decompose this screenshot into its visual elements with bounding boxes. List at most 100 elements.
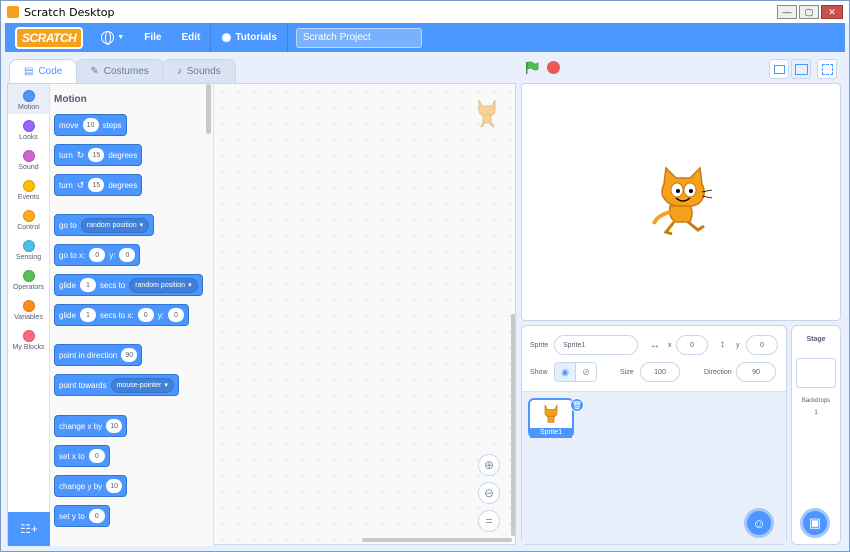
- menu-bar: SCRATCH ▼ File Edit ✺ Tutorials Scratch …: [5, 23, 845, 52]
- block-text: move: [59, 120, 79, 130]
- x-input[interactable]: 0: [89, 248, 106, 262]
- add-sprite-button[interactable]: ☺: [744, 508, 774, 538]
- dropdown-value: random position: [86, 221, 137, 229]
- language-menu[interactable]: ▼: [91, 23, 134, 52]
- tutorials-menu[interactable]: ✺ Tutorials: [211, 23, 287, 52]
- block-set-x[interactable]: set x to 0: [54, 445, 110, 467]
- block-glide-to[interactable]: glide 1 secs to random position ▾: [54, 274, 203, 296]
- block-turn-right[interactable]: turn ↻ 15 degrees: [54, 144, 143, 166]
- y-input[interactable]: 10: [106, 479, 123, 493]
- caret-down-icon: ▾: [139, 222, 144, 229]
- category-operators[interactable]: Operators: [8, 264, 49, 294]
- palette-scrollbar[interactable]: [206, 84, 211, 134]
- close-button[interactable]: ✕: [821, 5, 843, 19]
- edit-menu[interactable]: Edit: [171, 23, 210, 52]
- category-my-blocks[interactable]: My Blocks: [8, 324, 49, 354]
- category-label: Operators: [12, 283, 45, 291]
- y-input[interactable]: 0: [119, 248, 136, 262]
- fullscreen-button[interactable]: [817, 59, 837, 79]
- size-input[interactable]: 100: [640, 362, 680, 382]
- zoom-in-button[interactable]: ⊕: [478, 454, 500, 476]
- category-label: Events: [17, 193, 40, 201]
- block-text: degrees: [108, 180, 138, 190]
- block-text: secs to x:: [99, 310, 134, 320]
- script-area[interactable]: ⊕ ⊖ =: [214, 84, 515, 544]
- x-input[interactable]: 0: [88, 449, 105, 463]
- steps-input[interactable]: 10: [82, 118, 99, 132]
- zoom-reset-button[interactable]: =: [478, 510, 500, 532]
- sprite-info: Sprite Sprite1 ↔ x 0 ↕ y 0 Show ◉ ⊘ Size…: [522, 326, 786, 392]
- stop-icon[interactable]: [547, 61, 560, 74]
- tab-sounds[interactable]: ♪ Sounds: [161, 59, 236, 83]
- small-stage-button[interactable]: [769, 59, 789, 79]
- category-events[interactable]: Events: [8, 174, 49, 204]
- secs-input[interactable]: 1: [79, 308, 96, 322]
- block-move-steps[interactable]: move 10 steps: [54, 114, 127, 136]
- degrees-input[interactable]: 15: [88, 148, 105, 162]
- sprite-name-input[interactable]: Sprite1: [554, 335, 638, 355]
- target-dropdown[interactable]: mouse-pointer ▾: [110, 377, 174, 393]
- x-input[interactable]: 0: [137, 308, 154, 322]
- target-dropdown[interactable]: random position ▾: [129, 277, 198, 293]
- sprite-thumbnail[interactable]: Sprite1 🗑: [528, 398, 584, 438]
- block-go-to[interactable]: go to random position ▾: [54, 214, 155, 236]
- y-input[interactable]: 0: [88, 509, 105, 523]
- secs-input[interactable]: 1: [79, 278, 96, 292]
- vertical-scrollbar[interactable]: [511, 314, 515, 536]
- degrees-input[interactable]: 15: [88, 178, 105, 192]
- block-point-towards[interactable]: point towards mouse-pointer ▾: [54, 374, 179, 396]
- block-go-to-xy[interactable]: go to x: 0 y: 0: [54, 244, 141, 266]
- delete-sprite-button[interactable]: 🗑: [570, 398, 584, 412]
- y-input[interactable]: 0: [167, 308, 184, 322]
- block-set-y[interactable]: set y to 0: [54, 505, 110, 527]
- category-sound[interactable]: Sound: [8, 144, 49, 174]
- file-menu[interactable]: File: [134, 23, 171, 52]
- category-control[interactable]: Control: [8, 204, 49, 234]
- block-change-x[interactable]: change x by 10: [54, 415, 128, 437]
- caret-down-icon: ▾: [188, 282, 192, 289]
- stage-controls: [521, 59, 843, 81]
- tab-code[interactable]: ▤ Code: [9, 59, 78, 83]
- menu-divider: [286, 23, 288, 52]
- stage-canvas[interactable]: [521, 83, 841, 321]
- maximize-button[interactable]: ▢: [799, 5, 819, 19]
- x-input[interactable]: 0: [676, 335, 708, 355]
- direction-input[interactable]: 90: [736, 362, 776, 382]
- cat-sprite-icon[interactable]: [650, 166, 716, 238]
- add-extension-button[interactable]: ☷+: [8, 512, 50, 546]
- sound-dot: [22, 149, 35, 162]
- tab-sounds-label: Sounds: [186, 66, 221, 77]
- caret-down-icon: ▼: [117, 34, 125, 41]
- y-input[interactable]: 0: [746, 335, 778, 355]
- block-point-in-direction[interactable]: point in direction 90: [54, 344, 143, 366]
- horizontal-scrollbar[interactable]: [362, 538, 512, 542]
- block-text: change y by: [59, 481, 103, 491]
- category-looks[interactable]: Looks: [8, 114, 49, 144]
- green-flag-icon[interactable]: [525, 61, 539, 75]
- block-change-y[interactable]: change y by 10: [54, 475, 128, 497]
- scratch-logo[interactable]: SCRATCH: [15, 26, 84, 49]
- zoom-out-button[interactable]: ⊖: [478, 482, 500, 504]
- category-sensing[interactable]: Sensing: [8, 234, 49, 264]
- block-turn-left[interactable]: turn ↺ 15 degrees: [54, 174, 143, 196]
- category-variables[interactable]: Variables: [8, 294, 49, 324]
- minimize-button[interactable]: —: [777, 5, 797, 19]
- category-motion[interactable]: Motion: [8, 84, 49, 114]
- show-hidden-button[interactable]: ⊘: [575, 362, 597, 382]
- x-input[interactable]: 10: [106, 419, 123, 433]
- category-label: My Blocks: [12, 343, 45, 351]
- direction-input[interactable]: 90: [121, 348, 138, 362]
- target-dropdown[interactable]: random position ▾: [80, 217, 150, 233]
- project-title-input[interactable]: Scratch Project: [295, 27, 422, 48]
- stage-selector[interactable]: Stage Backdrops 1 ▣: [791, 325, 841, 545]
- large-stage-button[interactable]: [791, 59, 811, 79]
- large-stage-icon: [795, 64, 808, 75]
- block-glide-to-xy[interactable]: glide 1 secs to x: 0 y: 0: [54, 304, 189, 326]
- show-visible-button[interactable]: ◉: [554, 362, 576, 382]
- control-dot: [22, 209, 35, 222]
- operators-dot: [22, 269, 35, 282]
- tab-costumes[interactable]: ✎ Costumes: [75, 59, 164, 83]
- backdrops-label: Backdrops: [801, 398, 831, 404]
- add-backdrop-button[interactable]: ▣: [800, 508, 830, 538]
- stage-thumbnail[interactable]: [796, 358, 836, 388]
